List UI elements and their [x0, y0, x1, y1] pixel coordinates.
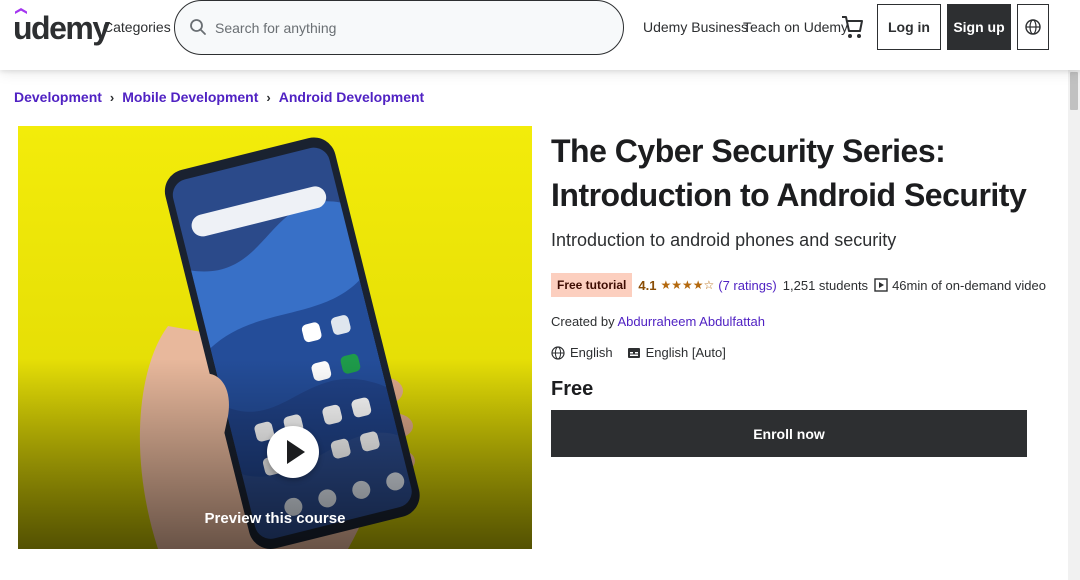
rating-value: 4.1 [638, 277, 657, 293]
preview-course-label[interactable]: Preview this course [18, 510, 532, 527]
course-meta: Free tutorial 4.1 ★★★★☆ (7 ratings) 1,25… [551, 273, 1046, 297]
created-by: Created by Abdurraheem Abdulfattah [551, 314, 765, 329]
chevron-right-icon: › [109, 89, 115, 105]
globe-icon [551, 345, 565, 360]
page-scrollbar[interactable] [1068, 70, 1080, 580]
language-button[interactable] [1017, 4, 1049, 50]
udemy-business-link[interactable]: Udemy Business [643, 19, 748, 35]
search-input[interactable] [215, 15, 595, 41]
students-count: 1,251 students [782, 277, 869, 293]
free-tutorial-badge: Free tutorial [551, 273, 633, 297]
top-header: udemy Categories Udemy Business Teach on… [0, 0, 1080, 70]
globe-icon [1025, 19, 1041, 35]
teach-on-udemy-link[interactable]: Teach on Udemy [743, 19, 848, 35]
course-title: The Cyber Security Series: Introduction … [551, 133, 1027, 213]
author-link[interactable]: Abdurraheem Abdulfattah [618, 314, 765, 329]
captions-icon [627, 347, 640, 358]
search-bar[interactable] [174, 0, 624, 55]
signup-button[interactable]: Sign up [947, 4, 1011, 50]
cart-icon[interactable] [840, 14, 864, 40]
chevron-right-icon: › [266, 89, 271, 105]
course-preview[interactable]: Preview this course [18, 126, 532, 549]
course-language: English [570, 345, 613, 360]
course-languages: English English [Auto] [551, 345, 726, 360]
breadcrumb-development[interactable]: Development [14, 89, 102, 105]
rating-stars-icon: ★★★★☆ [660, 278, 715, 292]
play-button[interactable] [267, 426, 319, 478]
video-icon [874, 278, 888, 292]
video-length: 46min of on-demand video [892, 277, 1046, 293]
ratings-count-link[interactable]: (7 ratings) [718, 278, 777, 293]
play-icon [287, 440, 305, 464]
login-button[interactable]: Log in [877, 4, 941, 50]
preview-gradient-overlay [18, 126, 532, 549]
created-by-label: Created by [551, 314, 615, 329]
enroll-now-button[interactable]: Enroll now [551, 410, 1027, 457]
breadcrumb-android-development[interactable]: Android Development [279, 89, 424, 105]
breadcrumb-mobile-development[interactable]: Mobile Development [122, 89, 258, 105]
search-icon[interactable] [189, 18, 207, 36]
scrollbar-thumb[interactable] [1070, 72, 1078, 110]
course-price: Free [551, 378, 594, 400]
breadcrumb: Development › Mobile Development › Andro… [14, 89, 424, 105]
categories-link[interactable]: Categories [103, 19, 171, 35]
udemy-logo[interactable]: udemy [13, 8, 110, 48]
course-captions: English [Auto] [645, 345, 726, 360]
logo-text: udemy [13, 10, 110, 46]
course-subtitle: Introduction to android phones and secur… [551, 230, 897, 250]
